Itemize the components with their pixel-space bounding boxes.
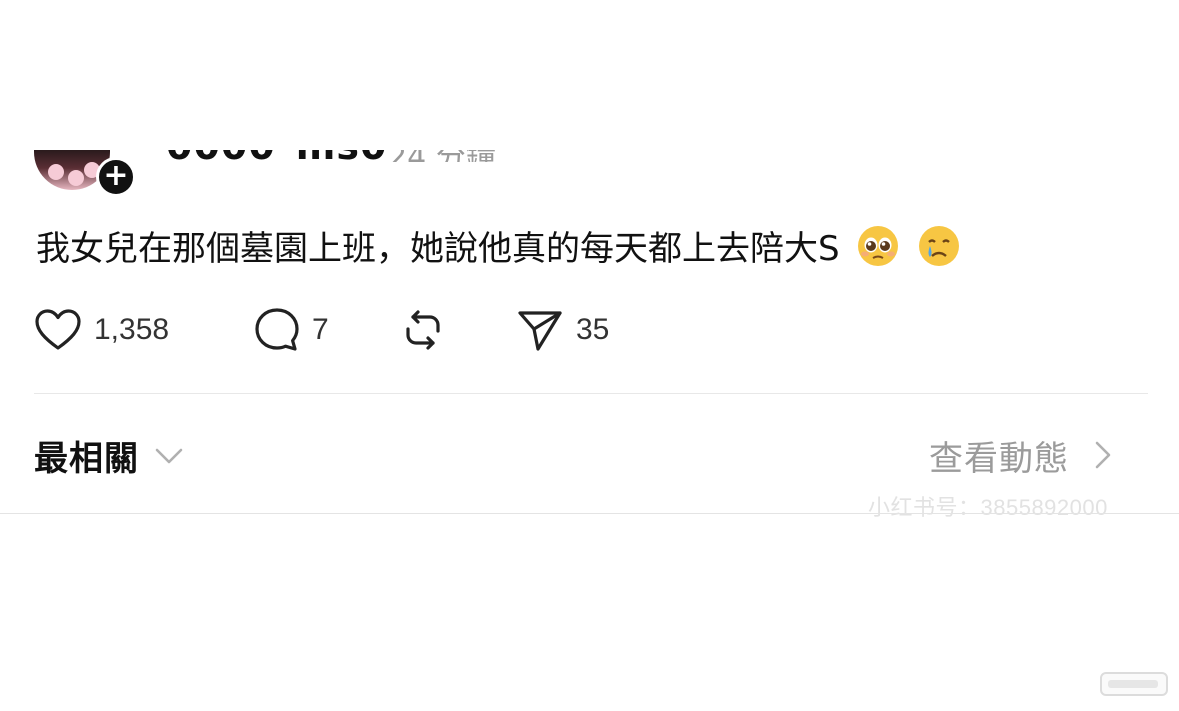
share-count: 35 <box>576 313 610 346</box>
action-bar: 1,358 7 35 <box>34 305 734 355</box>
sort-dropdown[interactable]: 最相關 <box>34 428 187 482</box>
heart-icon <box>35 309 81 350</box>
bottom-divider <box>0 513 1179 514</box>
post-body: 我女兒在那個墓園上班，她說他真的每天都上去陪大S <box>36 222 961 276</box>
post-timestamp: 24 分鐘 <box>388 150 496 162</box>
chevron-right-icon <box>1095 441 1111 469</box>
post-header: 0000_ms0 24 分鐘 <box>0 150 1179 210</box>
sort-label: 最相關 <box>34 438 139 479</box>
repost-icon <box>406 310 440 350</box>
crying-face-emoji <box>919 226 960 266</box>
home-indicator <box>1100 672 1168 696</box>
view-activity-label: 查看動態 <box>929 438 1069 479</box>
comment-count: 7 <box>312 313 329 346</box>
like-button[interactable]: 1,358 <box>34 305 169 355</box>
like-count: 1,358 <box>94 313 170 346</box>
share-button[interactable]: 35 <box>516 305 609 355</box>
pleading-face-emoji <box>858 226 899 266</box>
chevron-down-icon <box>155 448 183 464</box>
view-activity-link[interactable]: 查看動態 <box>929 428 1121 482</box>
thread-page: 0000_ms0 24 分鐘 + 我女兒在那個墓園上班，她說他真的每天都上去陪大… <box>0 0 1179 711</box>
avatar-petal <box>68 170 84 186</box>
follow-button[interactable]: + <box>96 157 136 197</box>
post-text: 我女兒在那個墓園上班，她說他真的每天都上去陪大S <box>36 229 840 269</box>
comment-button[interactable]: 7 <box>254 305 329 355</box>
comment-icon <box>255 308 299 351</box>
watermark: 小红书号：3855892000 <box>868 495 1108 520</box>
send-icon <box>518 311 562 351</box>
divider <box>34 393 1148 394</box>
avatar-petal <box>48 164 64 180</box>
post-username[interactable]: 0000_ms0 <box>166 150 387 162</box>
home-indicator-bar <box>1108 680 1158 688</box>
repost-button[interactable] <box>400 305 446 355</box>
post-header-clip: 0000_ms0 24 分鐘 <box>0 150 1179 162</box>
